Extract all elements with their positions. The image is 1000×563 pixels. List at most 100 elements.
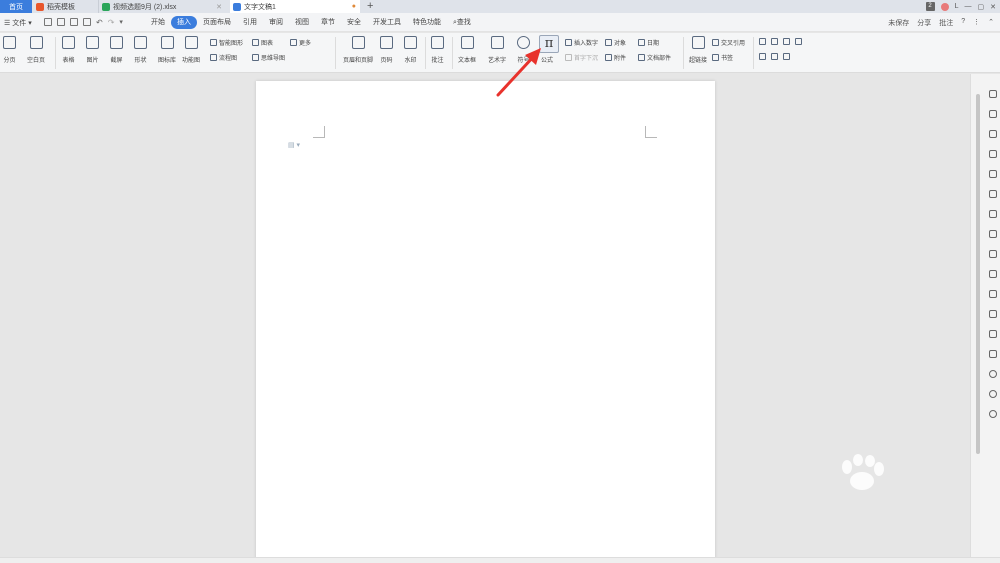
tab-page-layout[interactable]: 页面布局 [197,16,237,29]
tab-section[interactable]: 章节 [315,16,341,29]
picture-button[interactable]: 图片 [86,36,99,64]
user-icon[interactable]: L [955,3,959,10]
tab-spreadsheet[interactable]: 视频选题9月 (2).xlsx ✕ [98,0,226,13]
tab-insert[interactable]: 插入 [171,16,197,29]
help-icon[interactable]: ? [961,18,965,28]
share-button[interactable]: 分享 [917,18,931,28]
attachment-button[interactable]: 附件 [605,53,626,62]
window-close-icon[interactable]: ✕ [990,3,996,11]
select-icon[interactable] [989,110,997,118]
help-icon[interactable] [989,410,997,418]
mind-map-button[interactable]: 思维导图 [252,53,285,62]
chart-icon[interactable] [989,230,997,238]
textbox-button[interactable]: 文本框 [458,36,476,64]
print-icon[interactable] [70,18,78,26]
tab-security[interactable]: 安全 [341,16,367,29]
margin-mark-top-right [645,126,657,138]
file-menu[interactable]: ☰ 文件 ▾ [4,18,32,28]
layout-icon[interactable]: 2 [925,2,935,11]
layout-option-icon[interactable] [795,38,802,45]
textbox-icon [460,36,474,49]
doc-parts-button[interactable]: 文档部件 [638,53,671,62]
layout-option-icon[interactable] [783,38,790,45]
more-icon[interactable]: ⋮ [973,18,980,28]
maximize-icon[interactable]: ▢ [978,3,985,11]
first-letter-button[interactable]: 首字下沉 [565,53,598,62]
blank-page-icon [29,36,43,49]
template-icon[interactable] [989,330,997,338]
table-button[interactable]: 表格 [62,36,75,64]
comment-menu-button[interactable]: 批注 [939,18,953,28]
document-icon[interactable] [989,270,997,278]
tab-template[interactable]: 稻壳模板 [36,0,92,13]
unsaved-button[interactable]: 未保存 [888,18,909,28]
export-pdf-icon[interactable] [57,18,65,26]
pen-icon[interactable] [989,90,997,98]
backup-icon[interactable] [989,290,997,298]
date-button[interactable]: 日期 [638,38,659,47]
grid-icon[interactable] [989,210,997,218]
header-footer-button[interactable]: 页眉和页脚 [343,36,373,64]
save-icon[interactable] [44,18,52,26]
tab-developer[interactable]: 开发工具 [367,16,407,29]
tab-start[interactable]: 开始 [145,16,171,29]
collapse-ribbon-icon[interactable]: ⌃ [988,18,994,28]
vertical-scrollbar[interactable] [976,94,980,454]
flowchart-button[interactable]: 流程图 [210,53,237,62]
redo-icon[interactable]: ↷ [108,18,115,27]
smart-shape-button[interactable]: 智能图形 [210,38,243,47]
image-icon[interactable] [989,350,997,358]
new-tab-button[interactable]: + [367,0,373,13]
chart-button[interactable]: 图表 [252,38,273,47]
share-icon[interactable] [989,370,997,378]
bookmark-button[interactable]: 书签 [712,53,733,62]
screenshot-button[interactable]: 截屏 [110,36,123,64]
layout-option-icon[interactable] [759,53,766,60]
chevron-down-icon[interactable]: ▾ [119,18,123,27]
object-button[interactable]: 对象 [605,38,626,47]
doc-parts-icon [638,54,645,61]
tab-view[interactable]: 视图 [289,16,315,29]
undo-icon[interactable]: ↶ [96,18,103,27]
layout-icon[interactable] [989,310,997,318]
icon-library-button[interactable]: 图标库 [158,36,176,64]
layout-option-icon[interactable] [783,53,790,60]
insert-number-button[interactable]: 插入数字 [565,38,598,47]
unsaved-dot-icon[interactable]: ● [352,3,356,10]
blank-page-button[interactable]: 空白页 [27,36,45,64]
page-break-button[interactable]: 分页 [3,36,16,64]
location-icon[interactable] [989,130,997,138]
layout-option-icon[interactable] [771,38,778,45]
tab-home[interactable]: 首页 [0,0,32,13]
tab-review[interactable]: 审阅 [263,16,289,29]
tab-home-label: 首页 [9,3,23,11]
watermark-button[interactable]: 水印 [404,36,417,64]
search-button[interactable]: ⌕查找 [447,16,477,29]
layout-option-icon[interactable] [759,38,766,45]
page-number-button[interactable]: 页码 [380,36,393,64]
tab-references[interactable]: 引用 [237,16,263,29]
table-icon[interactable] [989,190,997,198]
comment-button[interactable]: 批注 [431,36,444,64]
paragraph-handle-icon[interactable]: ▤ ▾ [288,141,300,149]
history-icon[interactable] [989,390,997,398]
picture-icon [86,36,99,49]
layout-option-icon[interactable] [771,53,778,60]
link-icon[interactable] [989,150,997,158]
smart-shape-icon [210,39,217,46]
shape-button[interactable]: 形状 [134,36,147,64]
document-page[interactable]: ▤ ▾ [256,81,715,563]
more-button[interactable]: 更多 [290,38,311,47]
print-preview-icon[interactable] [83,18,91,26]
avatar[interactable] [940,2,949,11]
menu-right-actions: 未保存 分享 批注 ? ⋮ ⌃ [888,18,994,28]
close-icon[interactable]: ✕ [216,3,222,11]
settings-icon[interactable] [989,250,997,258]
style-icon[interactable] [989,170,997,178]
tab-special[interactable]: 特色功能 [407,16,447,29]
minimize-icon[interactable]: — [965,3,972,10]
cross-ref-button[interactable]: 交叉引用 [712,38,745,47]
hyperlink-button[interactable]: 超链接 [689,36,707,64]
function-chart-button[interactable]: 功能图 [182,36,200,64]
tab-document[interactable]: 文字文稿1 ● [230,0,360,13]
